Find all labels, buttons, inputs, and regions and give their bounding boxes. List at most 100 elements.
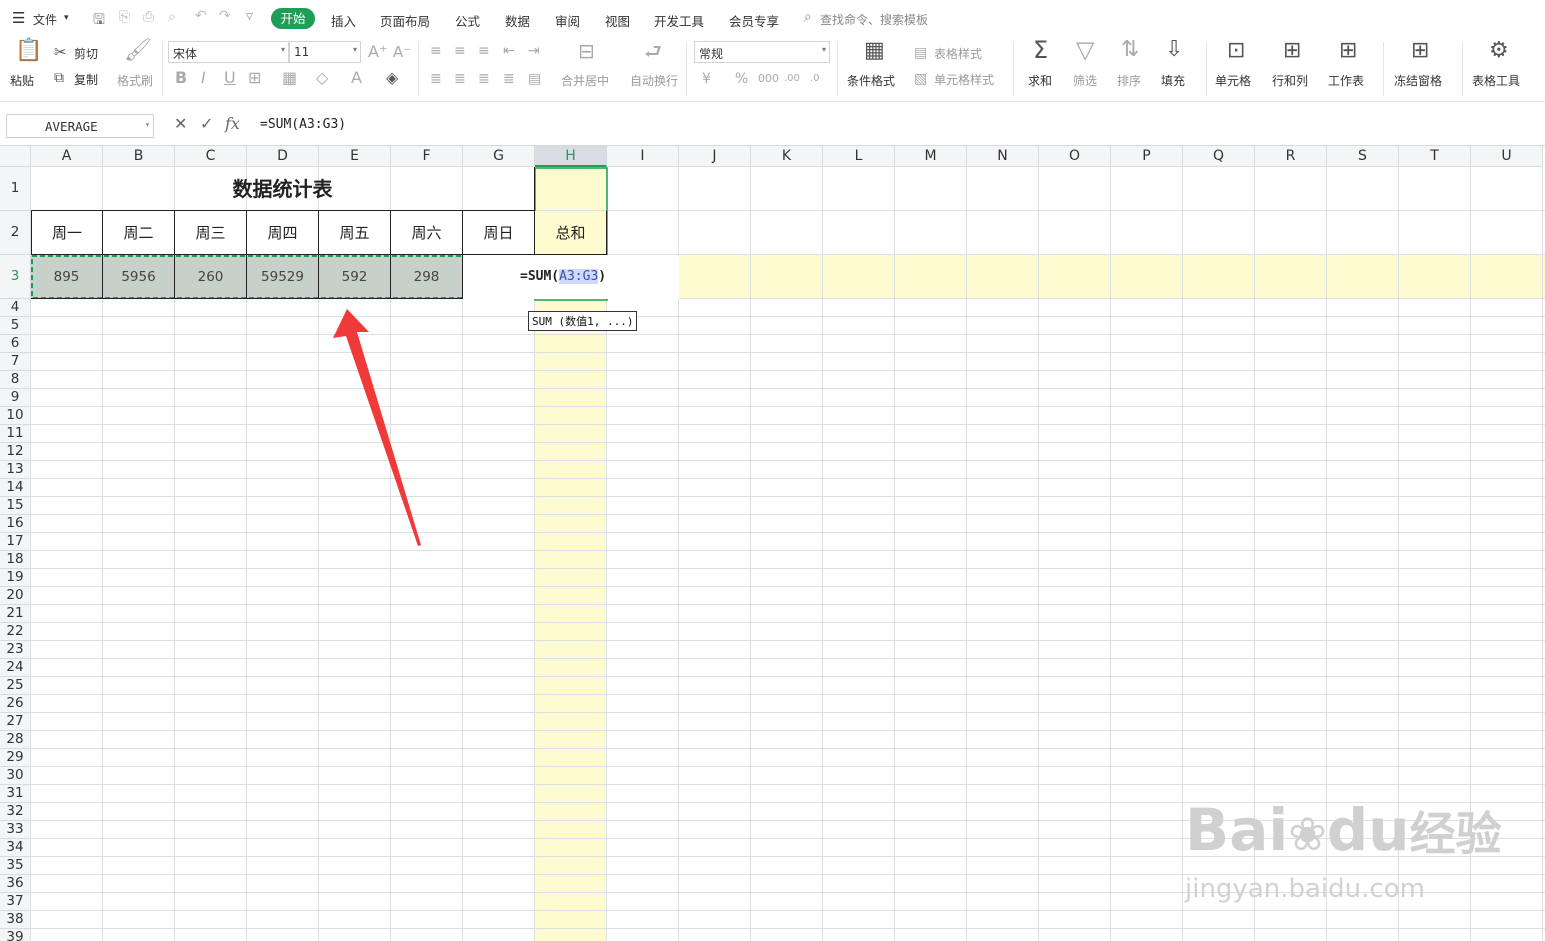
tab-page-layout[interactable]: 页面布局: [380, 11, 430, 30]
tab-data[interactable]: 数据: [505, 11, 530, 30]
column-header-r[interactable]: R: [1255, 146, 1327, 167]
align-right-icon[interactable]: ≣: [478, 70, 490, 88]
row-header-34[interactable]: 34: [0, 839, 31, 857]
thousands-icon[interactable]: 000: [758, 70, 779, 88]
row-header-39[interactable]: 39: [0, 929, 31, 941]
column-header-n[interactable]: N: [967, 146, 1039, 167]
paste-icon[interactable]: 📋: [15, 40, 42, 62]
tab-formulas[interactable]: 公式: [455, 11, 480, 30]
row-header-15[interactable]: 15: [0, 497, 31, 515]
customize-icon[interactable]: ▽: [246, 12, 253, 22]
row-header-7[interactable]: 7: [0, 353, 31, 371]
cancel-icon[interactable]: ✕: [174, 114, 187, 133]
currency-icon[interactable]: ¥: [702, 70, 711, 88]
row-header-16[interactable]: 16: [0, 515, 31, 533]
cut-button[interactable]: 剪切: [74, 45, 98, 62]
underline-icon[interactable]: U: [224, 69, 236, 87]
number-format-select[interactable]: 常规 ▾: [694, 41, 830, 63]
editing-cell[interactable]: =SUM(A3:G3): [463, 255, 679, 299]
conditional-format-icon[interactable]: ▦: [864, 40, 885, 62]
header-cell[interactable]: 周五: [319, 211, 391, 255]
row-header-14[interactable]: 14: [0, 479, 31, 497]
sum-button[interactable]: 求和: [1028, 72, 1052, 89]
border-icon[interactable]: ⊞: [248, 69, 261, 87]
formula-input[interactable]: =SUM(A3:G3): [260, 117, 346, 132]
column-header-m[interactable]: M: [895, 146, 967, 167]
increase-font-icon[interactable]: A⁺: [368, 43, 387, 61]
merge-icon[interactable]: ⊟: [578, 41, 595, 61]
column-header-o[interactable]: O: [1039, 146, 1111, 167]
print-icon[interactable]: ⎙: [143, 9, 154, 25]
column-header-h[interactable]: H: [535, 146, 607, 167]
row-header-28[interactable]: 28: [0, 731, 31, 749]
column-header-p[interactable]: P: [1111, 146, 1183, 167]
cell-button[interactable]: 单元格: [1215, 72, 1251, 89]
filter-button[interactable]: 筛选: [1073, 72, 1097, 89]
hamburger-icon[interactable]: ☰: [12, 9, 25, 27]
value-cell[interactable]: 592: [319, 255, 391, 299]
column-header-d[interactable]: D: [247, 146, 319, 167]
column-header-a[interactable]: A: [31, 146, 103, 167]
column-header-f[interactable]: F: [391, 146, 463, 167]
row-header-3[interactable]: 3: [0, 255, 31, 299]
tab-start[interactable]: 开始: [271, 8, 315, 29]
align-top-icon[interactable]: ≡: [430, 42, 442, 60]
row-header-13[interactable]: 13: [0, 461, 31, 479]
row-header-33[interactable]: 33: [0, 821, 31, 839]
font-name-select[interactable]: 宋体 ▾: [168, 41, 289, 63]
cell-style-button[interactable]: 单元格样式: [934, 71, 994, 88]
column-header-k[interactable]: K: [751, 146, 823, 167]
filter-icon[interactable]: ▽: [1076, 38, 1094, 62]
tab-view[interactable]: 视图: [605, 11, 630, 30]
sheet-title[interactable]: 数据统计表: [31, 167, 535, 211]
wrap-text-button[interactable]: 自动换行: [630, 72, 678, 89]
table-style-button[interactable]: 表格样式: [934, 45, 982, 62]
select-all-corner[interactable]: [0, 146, 31, 167]
column-header-q[interactable]: Q: [1183, 146, 1255, 167]
worksheet-icon[interactable]: ⊞: [1339, 40, 1357, 62]
align-bottom-icon[interactable]: ≡: [478, 42, 490, 60]
align-left-icon[interactable]: ≣: [430, 70, 442, 88]
tab-member[interactable]: 会员专享: [729, 11, 779, 30]
row-header-31[interactable]: 31: [0, 785, 31, 803]
column-header-j[interactable]: J: [679, 146, 751, 167]
fill-color-icon[interactable]: ◇: [316, 69, 328, 87]
column-header-l[interactable]: L: [823, 146, 895, 167]
save-icon[interactable]: 🖫: [93, 9, 105, 33]
row-header-19[interactable]: 19: [0, 569, 31, 587]
file-menu[interactable]: 文件: [33, 11, 57, 28]
row-header-5[interactable]: 5: [0, 317, 31, 335]
copy-icon[interactable]: ⧉: [54, 69, 64, 87]
row-header-29[interactable]: 29: [0, 749, 31, 767]
justify-icon[interactable]: ≣: [503, 70, 515, 88]
row-header-27[interactable]: 27: [0, 713, 31, 731]
value-cell[interactable]: 59529: [247, 255, 319, 299]
print-preview-icon[interactable]: ⌕: [168, 9, 176, 25]
column-header-t[interactable]: T: [1399, 146, 1471, 167]
scissors-icon[interactable]: ✂: [54, 43, 67, 61]
wrap-icon[interactable]: ⮐: [644, 41, 662, 61]
row-header-36[interactable]: 36: [0, 875, 31, 893]
header-cell[interactable]: 周三: [175, 211, 247, 255]
fill-pattern-icon[interactable]: ▦: [282, 69, 297, 87]
decrease-font-icon[interactable]: A⁻: [393, 43, 411, 61]
sort-button[interactable]: 排序: [1117, 72, 1141, 89]
column-header-g[interactable]: G: [463, 146, 535, 167]
undo-icon[interactable]: ↶: [195, 8, 207, 24]
copy-button[interactable]: 复制: [74, 71, 98, 88]
header-cell[interactable]: 周六: [391, 211, 463, 255]
cell-icon[interactable]: ⊡: [1227, 40, 1245, 62]
decrease-decimal-icon[interactable]: .0: [810, 70, 820, 88]
row-header-21[interactable]: 21: [0, 605, 31, 623]
chevron-down-icon[interactable]: ▾: [64, 13, 69, 23]
paste-button[interactable]: 粘贴: [10, 72, 34, 89]
row-header-30[interactable]: 30: [0, 767, 31, 785]
freeze-icon[interactable]: ⊞: [1411, 40, 1429, 62]
value-cell[interactable]: 260: [175, 255, 247, 299]
row-header-22[interactable]: 22: [0, 623, 31, 641]
tab-developer[interactable]: 开发工具: [654, 11, 704, 30]
row-header-2[interactable]: 2: [0, 211, 31, 255]
row-header-18[interactable]: 18: [0, 551, 31, 569]
row-header-26[interactable]: 26: [0, 695, 31, 713]
table-tools-icon[interactable]: ⚙: [1489, 40, 1509, 62]
